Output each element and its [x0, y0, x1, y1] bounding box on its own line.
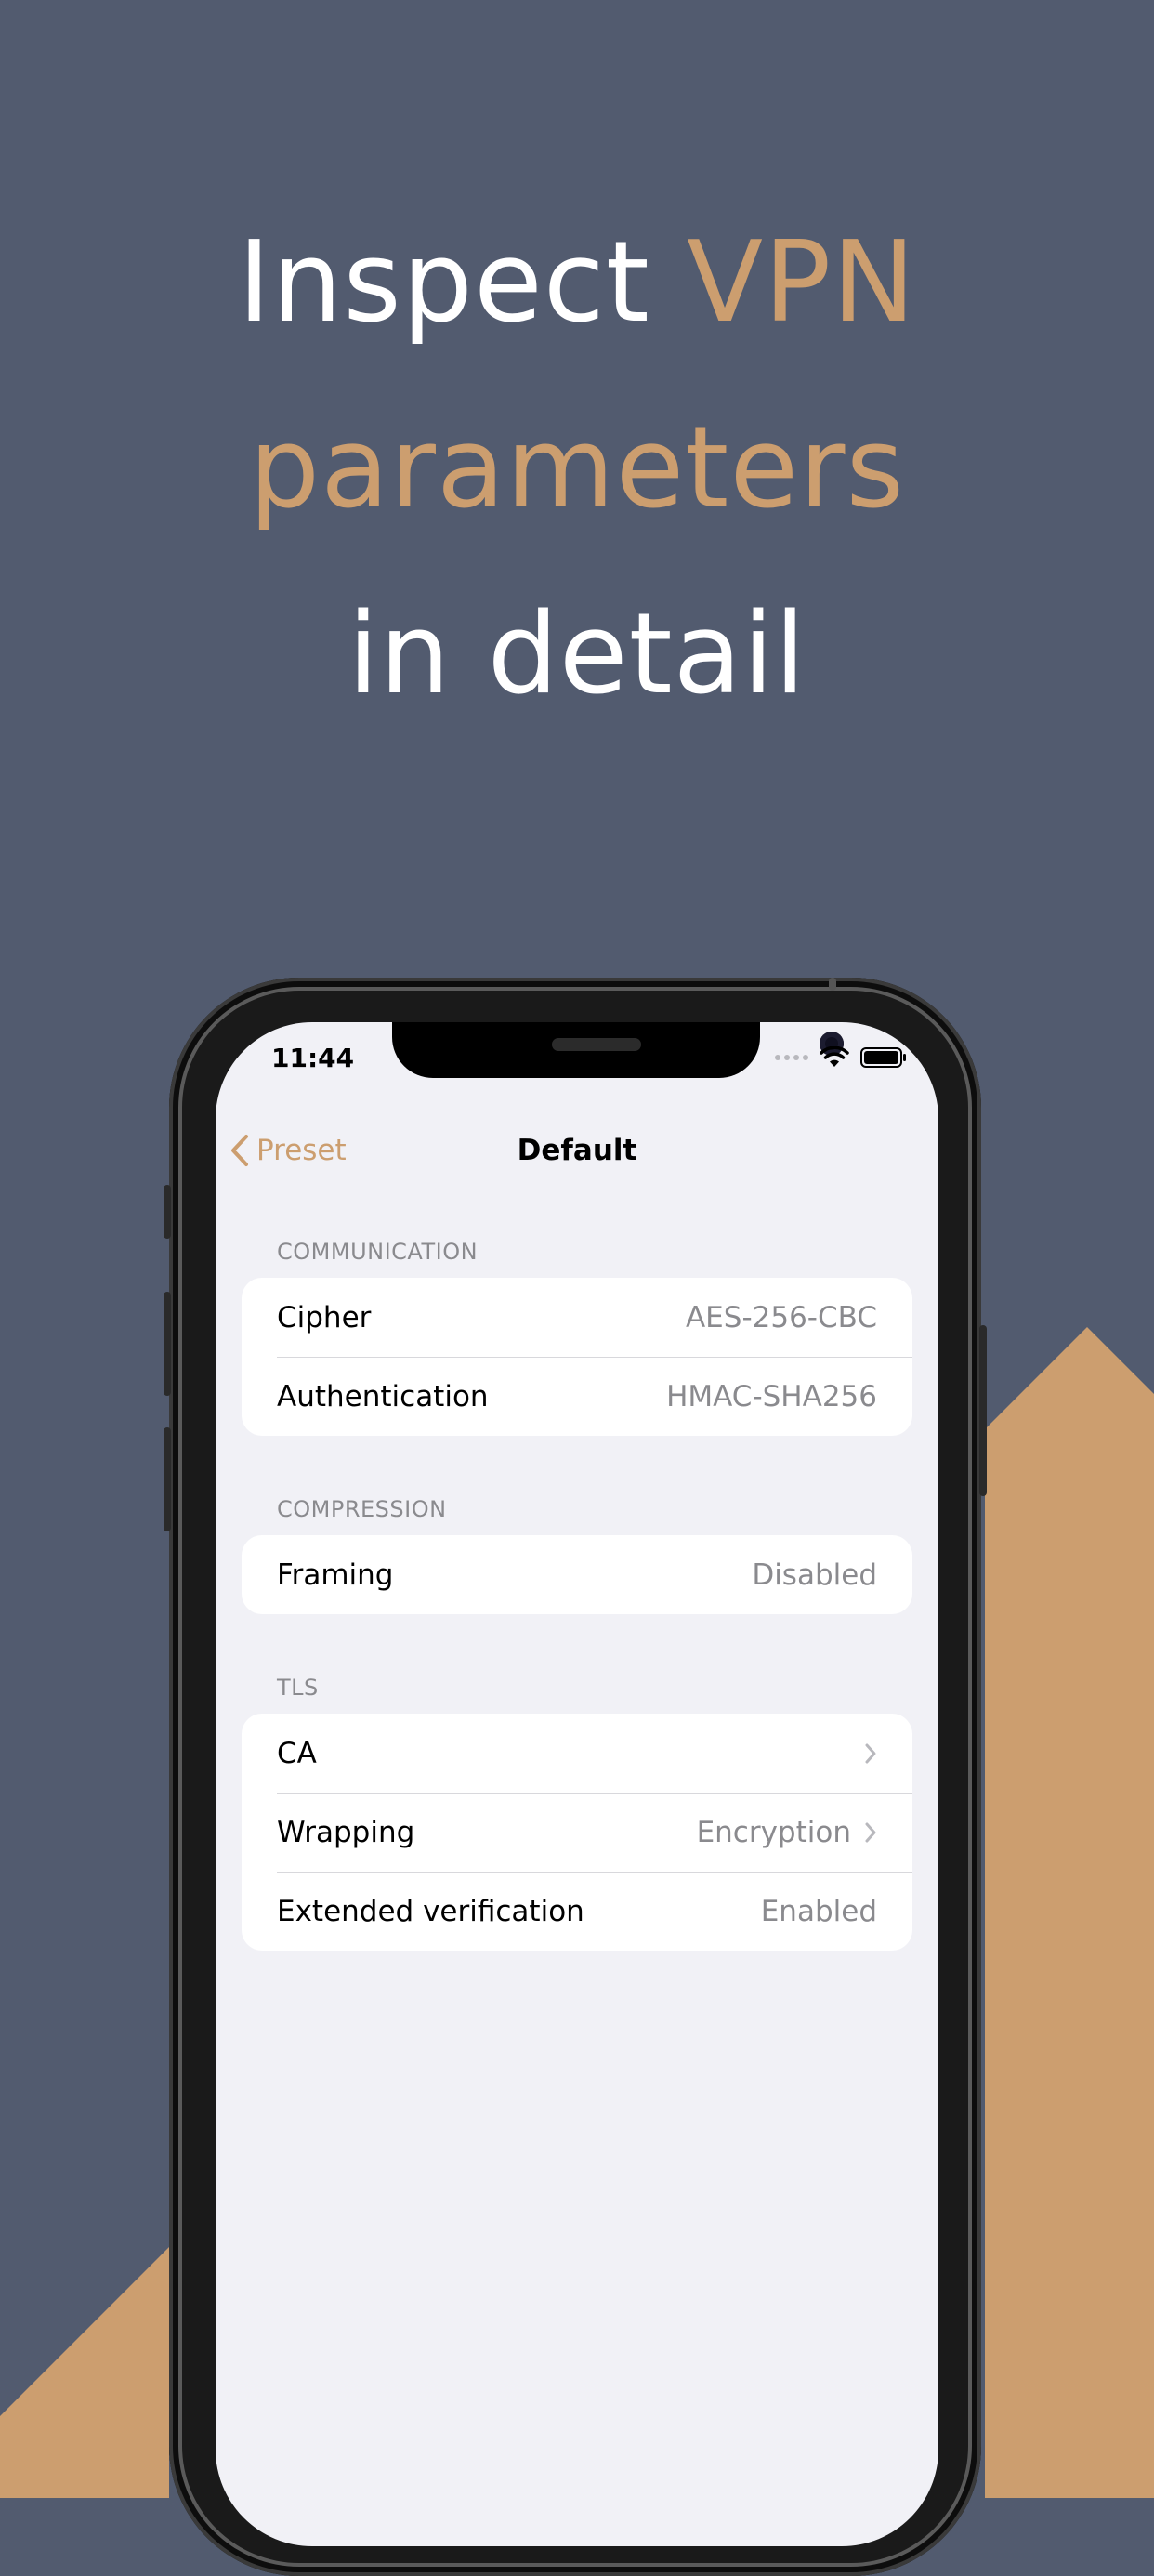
row-value-container: Encryption	[697, 1816, 877, 1849]
row-value: Encryption	[696, 1815, 851, 1849]
row-value: HMAC-SHA256	[666, 1379, 877, 1413]
group-communication: Cipher AES-256-CBC Authentication HMAC-S…	[242, 1278, 912, 1436]
status-icons	[775, 1046, 907, 1069]
headline-text-inspect: Inspect	[237, 218, 687, 348]
row-cipher[interactable]: Cipher AES-256-CBC	[242, 1278, 912, 1357]
headline: Inspect VPN parameters in detail	[0, 191, 1154, 748]
wifi-icon	[820, 1046, 849, 1067]
phone-screen: 11:44 Preset Default COMMUNICATION Ciphe…	[216, 1022, 938, 2546]
phone-volume-down-button	[164, 1427, 171, 1531]
row-extended-verification[interactable]: Extended verification Enabled	[242, 1872, 912, 1951]
status-time: 11:44	[271, 1043, 355, 1073]
row-label: Extended verification	[277, 1894, 584, 1928]
row-label: Authentication	[277, 1379, 489, 1413]
phone-volume-up-button	[164, 1292, 171, 1396]
headline-text-vpn: VPN	[686, 218, 917, 348]
row-label: Wrapping	[277, 1815, 415, 1849]
headline-line-2: parameters	[248, 404, 906, 533]
group-tls: CA Wrapping Encryption Extended verifica…	[242, 1714, 912, 1951]
section-header-communication: COMMUNICATION	[277, 1239, 479, 1265]
row-wrapping[interactable]: Wrapping Encryption	[242, 1793, 912, 1872]
earpiece-speaker	[552, 1038, 641, 1051]
navigation-bar: Preset Default	[216, 1123, 938, 1178]
row-value: AES-256-CBC	[685, 1300, 877, 1334]
row-value: Disabled	[752, 1557, 877, 1592]
battery-icon	[860, 1047, 906, 1068]
chevron-right-icon	[865, 1822, 876, 1842]
row-value: Enabled	[760, 1894, 877, 1928]
chevron-right-icon	[865, 1743, 876, 1763]
nav-title: Default	[517, 1134, 637, 1167]
row-label: Cipher	[277, 1300, 372, 1334]
signal-dots-icon	[775, 1055, 808, 1060]
row-authentication[interactable]: Authentication HMAC-SHA256	[242, 1357, 912, 1436]
row-framing[interactable]: Framing Disabled	[242, 1535, 912, 1614]
group-compression: Framing Disabled	[242, 1535, 912, 1614]
section-header-tls: TLS	[277, 1675, 319, 1701]
row-ca[interactable]: CA	[242, 1714, 912, 1793]
row-value-container	[864, 1742, 877, 1765]
phone-silent-switch	[164, 1185, 171, 1239]
phone-notch	[392, 1022, 844, 1078]
row-label: CA	[277, 1736, 317, 1770]
section-header-compression: COMPRESSION	[277, 1496, 447, 1522]
phone-power-button	[979, 1325, 987, 1496]
row-label: Framing	[277, 1557, 394, 1592]
headline-line-3: in detail	[348, 590, 806, 719]
phone-top-antenna	[829, 978, 836, 991]
headline-line-1: Inspect VPN	[0, 191, 1154, 376]
